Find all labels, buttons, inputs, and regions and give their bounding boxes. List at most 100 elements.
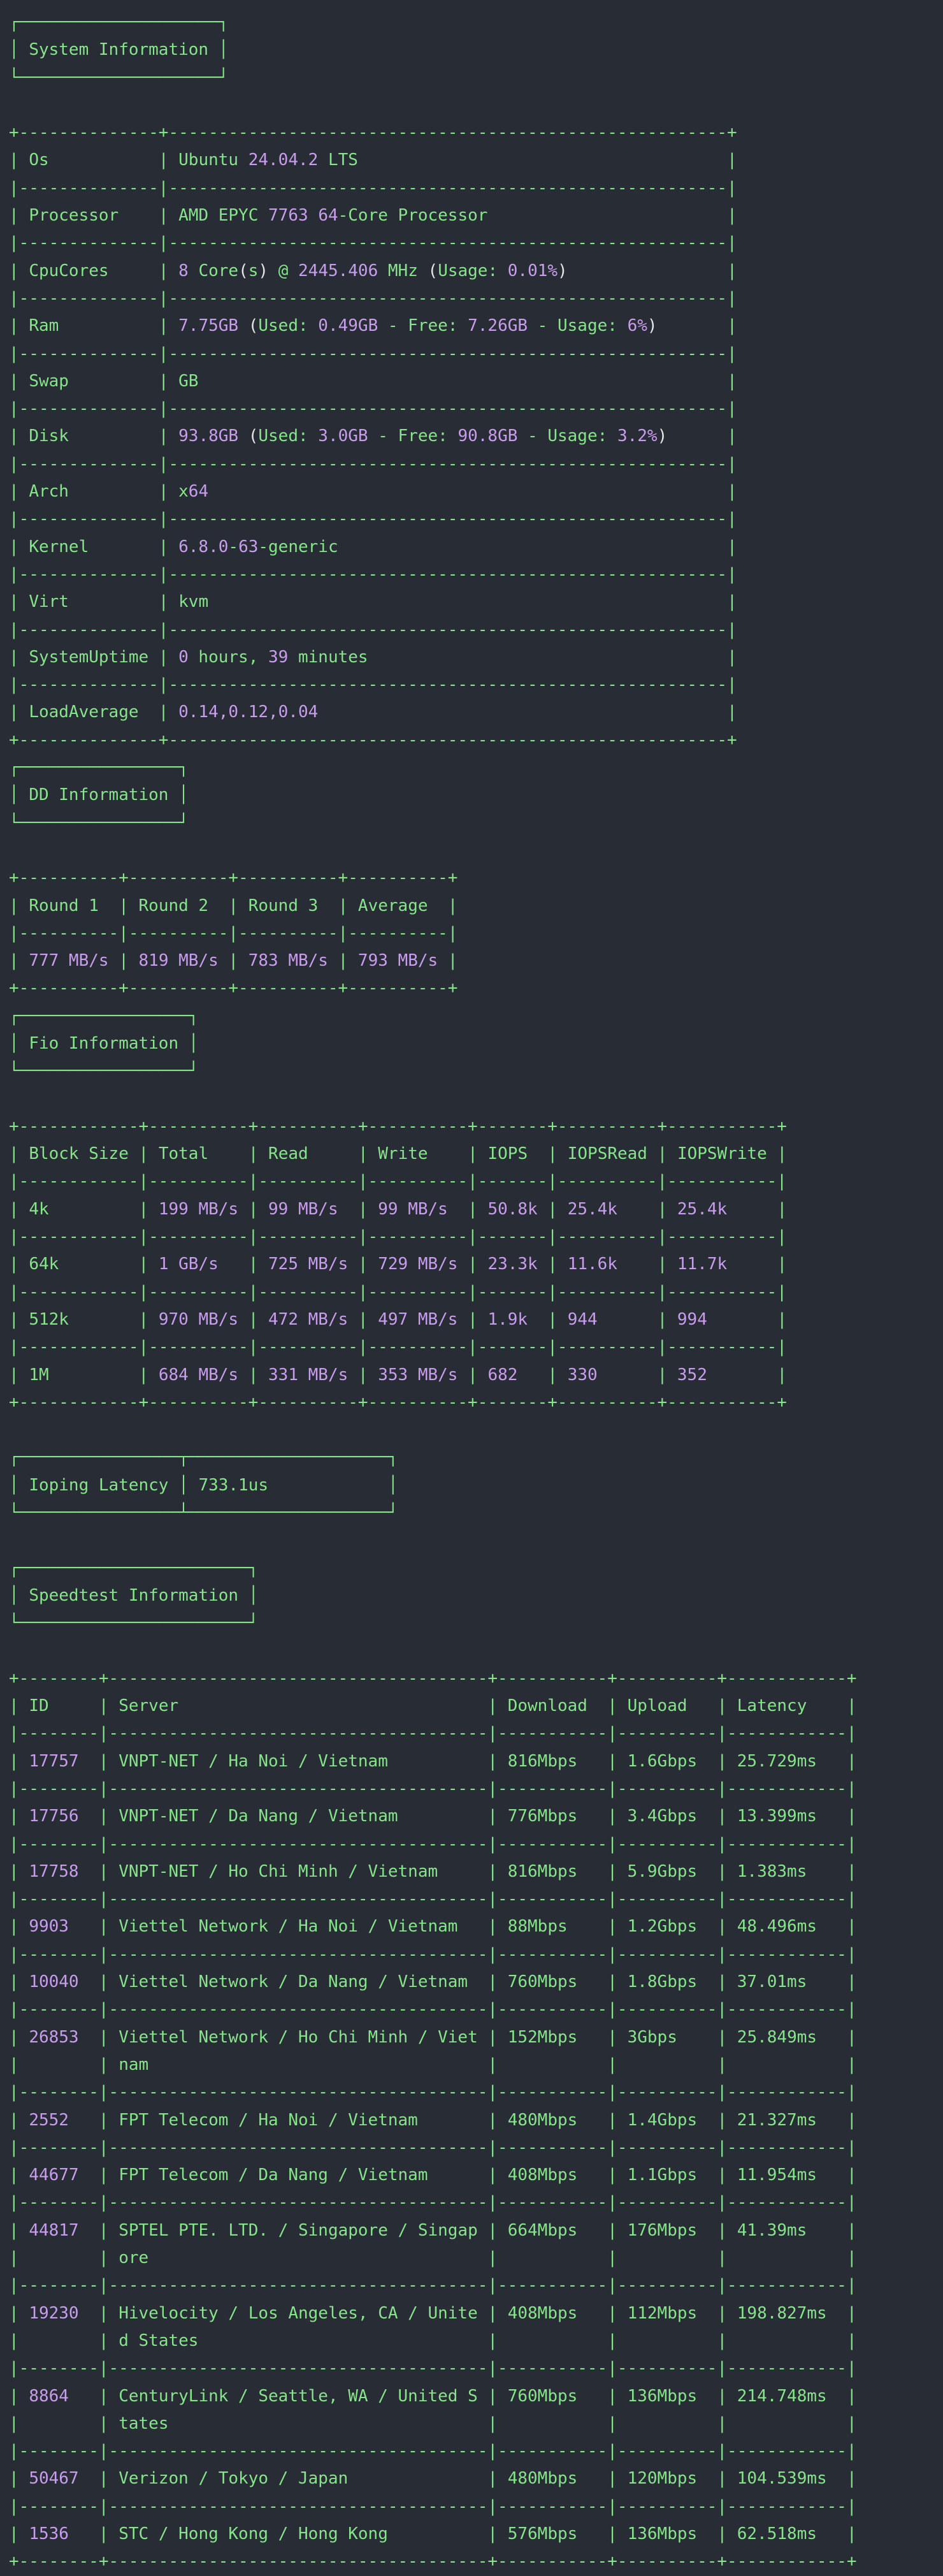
table-cell: ID — [29, 1696, 49, 1716]
table-border: |----------|----------|----------|------… — [9, 923, 458, 943]
table-border: |--------------|------------------------… — [9, 344, 737, 363]
table-cell: 13.399ms — [737, 1807, 817, 1826]
speedtest-data-row-wrap: | | tates | | | | — [9, 2413, 857, 2433]
table-border: |--------|------------------------------… — [9, 2276, 857, 2296]
table-cell: 25.4k — [677, 1199, 728, 1219]
system-info-row: | Os | Ubuntu 24.04.2 LTS | — [9, 150, 737, 170]
system-info-row: | LoadAverage | 0.14,0.12,0.04 | — [9, 702, 737, 722]
system-info-row: | Arch | x64 | — [9, 482, 737, 502]
table-cell: 0.14,0.12,0.04 — [178, 702, 319, 722]
dd-data-row: | 777 MB/s | 819 MB/s | 783 MB/s | 793 M… — [9, 951, 458, 971]
table-cell: 4k — [29, 1199, 49, 1219]
table-border: |--------|------------------------------… — [9, 1779, 857, 1798]
system-info-row: | Processor | AMD EPYC 7763 64-Core Proc… — [9, 206, 737, 226]
table-cell: 21.327ms — [737, 2110, 817, 2130]
fio-data-row: | 64k | 1 GB/s | 725 MB/s | 729 MB/s | 2… — [9, 1255, 788, 1274]
speedtest-header-row: | ID | Server | Download | Upload | Late… — [9, 1696, 857, 1716]
table-cell: Read — [268, 1144, 308, 1164]
speedtest-data-row: | 50467 | Verizon / Tokyo / Japan | 480M… — [9, 2469, 857, 2489]
table-cell: 25.849ms — [737, 2027, 817, 2047]
terminal-line: └────────────────┘ — [9, 813, 189, 833]
table-cell: 729 MB/s — [378, 1255, 458, 1274]
table-cell: 7.75GB (Used: 0.49GB - Free: 7.26GB - Us… — [178, 316, 658, 336]
speedtest-data-row: | 17756 | VNPT-NET / Da Nang / Vietnam |… — [9, 1807, 857, 1826]
table-cell: 37.01ms — [737, 1972, 807, 1992]
table-cell: 480Mbps — [507, 2469, 578, 2489]
system-info-row: | CpuCores | 8 Core(s) @ 2445.406 MHz (U… — [9, 261, 737, 280]
table-border: |--------|------------------------------… — [9, 2000, 857, 2019]
table-cell: 0 hours, 39 minutes — [178, 647, 368, 667]
table-cell: nam — [119, 2055, 149, 2074]
table-cell: 480Mbps — [507, 2110, 578, 2130]
table-cell: Swap — [29, 371, 69, 391]
table-cell: 331 MB/s — [268, 1365, 349, 1385]
table-border: |--------------|------------------------… — [9, 454, 737, 474]
terminal-line: ┌─────────────────┐ — [9, 1006, 199, 1026]
table-cell: 760Mbps — [507, 2386, 578, 2406]
table-cell: 816Mbps — [507, 1751, 578, 1771]
terminal-line: └─────────────────┘ — [9, 1061, 199, 1081]
table-cell: kvm — [178, 592, 209, 612]
table-cell: 330 — [567, 1365, 598, 1385]
table-cell: Write — [378, 1144, 428, 1164]
terminal-line: ┌────────────────────┐ — [9, 13, 229, 32]
table-cell: 8 Core(s) @ 2445.406 MHz (Usage: 0.01%) — [178, 261, 568, 280]
speedtest-data-row: | 17758 | VNPT-NET / Ho Chi Minh / Vietn… — [9, 1861, 857, 1881]
dd-header-row: | Round 1 | Round 2 | Round 3 | Average … — [9, 896, 458, 915]
table-cell: 472 MB/s — [268, 1309, 349, 1329]
speedtest-data-row-wrap: | | nam | | | | — [9, 2055, 857, 2074]
table-cell: Latency — [737, 1696, 807, 1716]
table-cell: 136Mbps — [627, 2524, 698, 2544]
table-cell: LoadAverage — [29, 702, 139, 722]
system-info-row: | Virt | kvm | — [9, 592, 737, 612]
table-cell: 50467 — [29, 2469, 79, 2489]
speedtest-data-row: | 8864 | CenturyLink / Seattle, WA / Uni… — [9, 2386, 857, 2406]
table-cell: VNPT-NET / Ho Chi Minh / Vietnam — [119, 1861, 438, 1881]
table-border: |--------|------------------------------… — [9, 1889, 857, 1909]
table-cell: 199 MB/s — [158, 1199, 239, 1219]
table-border: |--------|------------------------------… — [9, 2441, 857, 2461]
table-cell: IOPS — [487, 1144, 528, 1164]
table-cell: 44677 — [29, 2165, 79, 2185]
table-cell: STC / Hong Kong / Hong Kong — [119, 2524, 388, 2544]
table-cell: x64 — [178, 482, 209, 502]
table-cell: 1.8Gbps — [627, 1972, 698, 1992]
section-title-speedtest: │ Speedtest Information │ — [9, 1585, 259, 1605]
table-cell: 50.8k — [487, 1199, 538, 1219]
table-cell: 19230 — [29, 2303, 79, 2323]
table-border: |--------|------------------------------… — [9, 2496, 857, 2516]
table-cell: 176Mbps — [627, 2220, 698, 2240]
table-cell: Ubuntu 24.04.2 LTS — [178, 150, 358, 170]
table-cell: Upload — [627, 1696, 687, 1716]
table-cell: 512k — [29, 1309, 69, 1329]
table-cell: 120Mbps — [627, 2469, 698, 2489]
table-cell: 994 — [677, 1309, 707, 1329]
table-cell: 725 MB/s — [268, 1255, 349, 1274]
terminal-output: ┌────────────────────┐ │ System Informati… — [9, 9, 857, 2576]
table-cell: FPT Telecom / Ha Noi / Vietnam — [119, 2110, 418, 2130]
table-cell: Virt — [29, 592, 69, 612]
table-cell: 44817 — [29, 2220, 79, 2240]
table-cell: Block Size — [29, 1144, 129, 1164]
table-cell: ore — [119, 2248, 149, 2268]
section-title-speedtest-text: Speedtest Information — [29, 1585, 239, 1605]
table-border: |------------|----------|----------|----… — [9, 1337, 787, 1357]
table-cell: 64k — [29, 1255, 59, 1274]
speedtest-data-row: | 1536 | STC / Hong Kong / Hong Kong | 5… — [9, 2524, 857, 2544]
table-cell: 10040 — [29, 1972, 79, 1992]
table-border: |--------------|------------------------… — [9, 675, 737, 695]
table-cell: Viettel Network / Ha Noi / Vietnam — [119, 1917, 458, 1937]
table-cell: Round 1 — [29, 896, 99, 915]
table-cell: 104.539ms — [737, 2469, 827, 2489]
speedtest-data-row: | 26853 | Viettel Network / Ho Chi Minh … — [9, 2027, 857, 2047]
table-cell: Disk — [29, 426, 69, 446]
table-cell: 11.954ms — [737, 2165, 817, 2185]
table-cell: GB — [178, 371, 199, 391]
table-cell: 17756 — [29, 1807, 79, 1826]
speedtest-data-row: | 19230 | Hivelocity / Los Angeles, CA /… — [9, 2303, 857, 2323]
table-cell: 3Gbps — [627, 2027, 677, 2047]
table-border: +------------+----------+----------+----… — [9, 1392, 787, 1412]
